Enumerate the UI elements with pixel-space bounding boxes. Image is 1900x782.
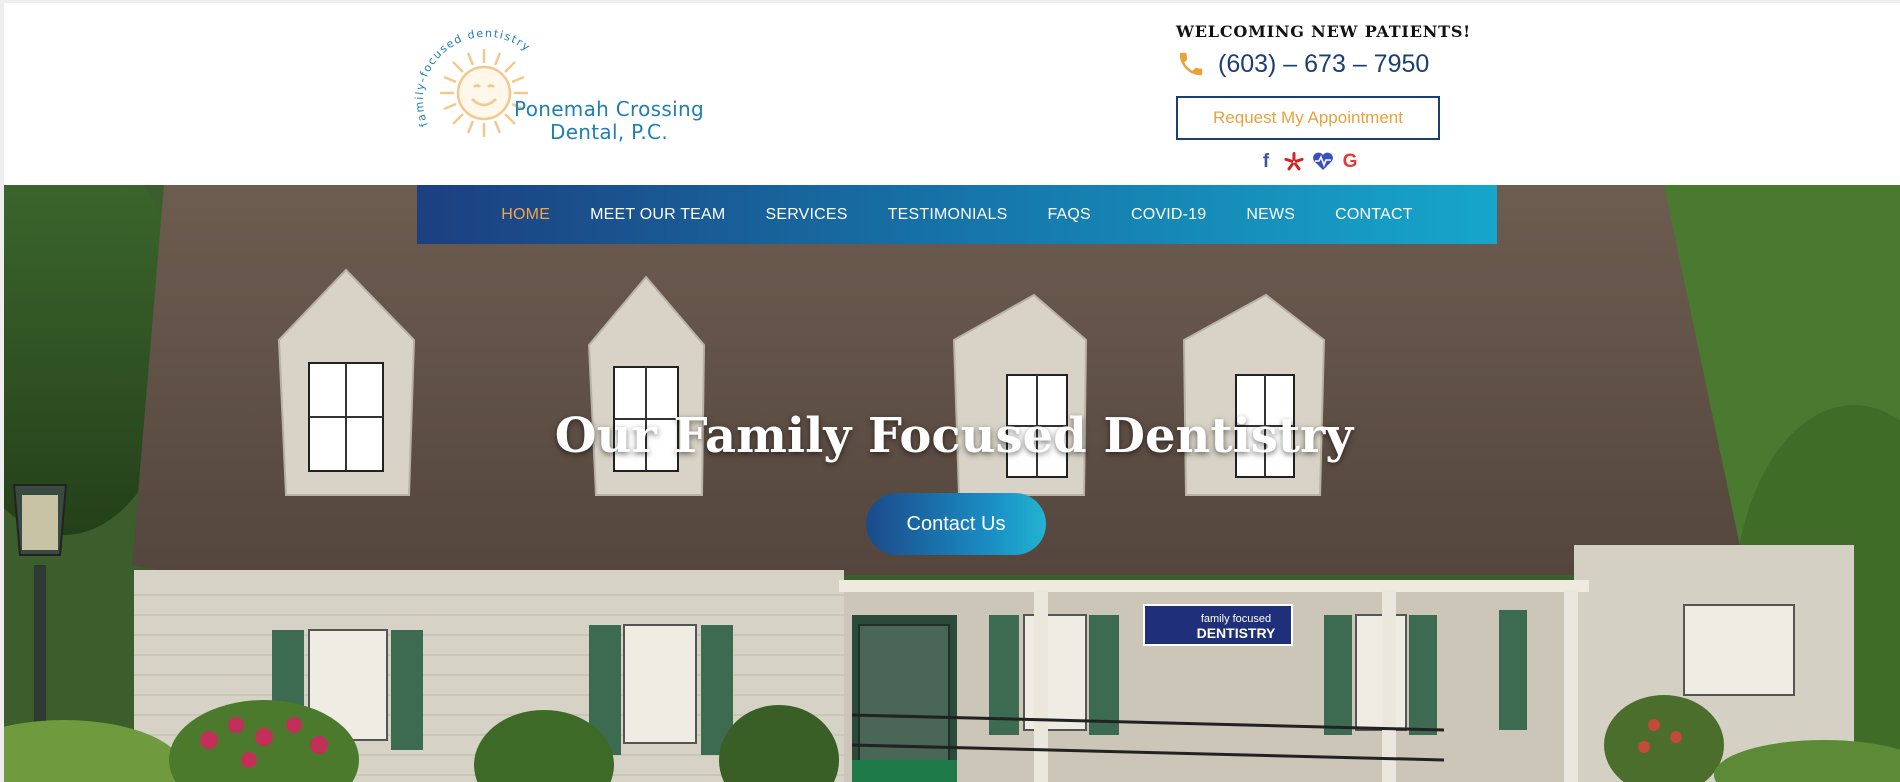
office-building-photo: family focused DENTISTRY (4, 185, 1900, 782)
nav-item-faqs[interactable]: FAQS (1027, 206, 1110, 224)
svg-text:family focused: family focused (1201, 613, 1271, 625)
nav-item-testimonials[interactable]: TESTIMONIALS (868, 206, 1028, 224)
site-header: family-focused dentistry (4, 3, 1900, 185)
healthgrades-icon[interactable] (1312, 151, 1333, 173)
nav-item-services[interactable]: SERVICES (745, 206, 867, 224)
phone-number[interactable]: (603) – 673 – 7950 (1218, 50, 1429, 79)
logo-name-line1: Ponemah Crossing (514, 97, 704, 121)
hero-banner: family focused DENTISTRY (4, 185, 1900, 782)
logo-name-line2: Dental, P.C. (550, 120, 668, 144)
yelp-icon[interactable] (1284, 151, 1304, 173)
social-icons: f G (1256, 151, 1360, 173)
nav-item-contact[interactable]: CONTACT (1315, 206, 1433, 224)
nav-item-covid-19[interactable]: COVID-19 (1111, 206, 1226, 224)
phone-row[interactable]: (603) – 673 – 7950 (1176, 49, 1429, 79)
google-icon[interactable]: G (1340, 151, 1360, 173)
phone-icon (1179, 52, 1203, 76)
logo-name: Ponemah Crossing Dental, P.C. (509, 98, 709, 144)
contact-us-button[interactable]: Contact Us (866, 493, 1046, 555)
nav-item-meet-our-team[interactable]: MEET OUR TEAM (570, 206, 745, 224)
nav-item-home[interactable]: HOME (481, 206, 570, 224)
facebook-icon[interactable]: f (1256, 151, 1276, 173)
logo[interactable]: family-focused dentistry (413, 25, 724, 155)
svg-text:DENTISTRY: DENTISTRY (1197, 625, 1276, 641)
welcome-text: WELCOMING NEW PATIENTS! (1176, 22, 1472, 41)
main-navigation: HOME MEET OUR TEAM SERVICES TESTIMONIALS… (417, 185, 1497, 244)
request-appointment-button[interactable]: Request My Appointment (1176, 96, 1440, 140)
hero-title: Our Family Focused Dentistry (554, 408, 1354, 464)
page: family-focused dentistry (0, 0, 1900, 782)
nav-item-news[interactable]: NEWS (1226, 206, 1315, 224)
